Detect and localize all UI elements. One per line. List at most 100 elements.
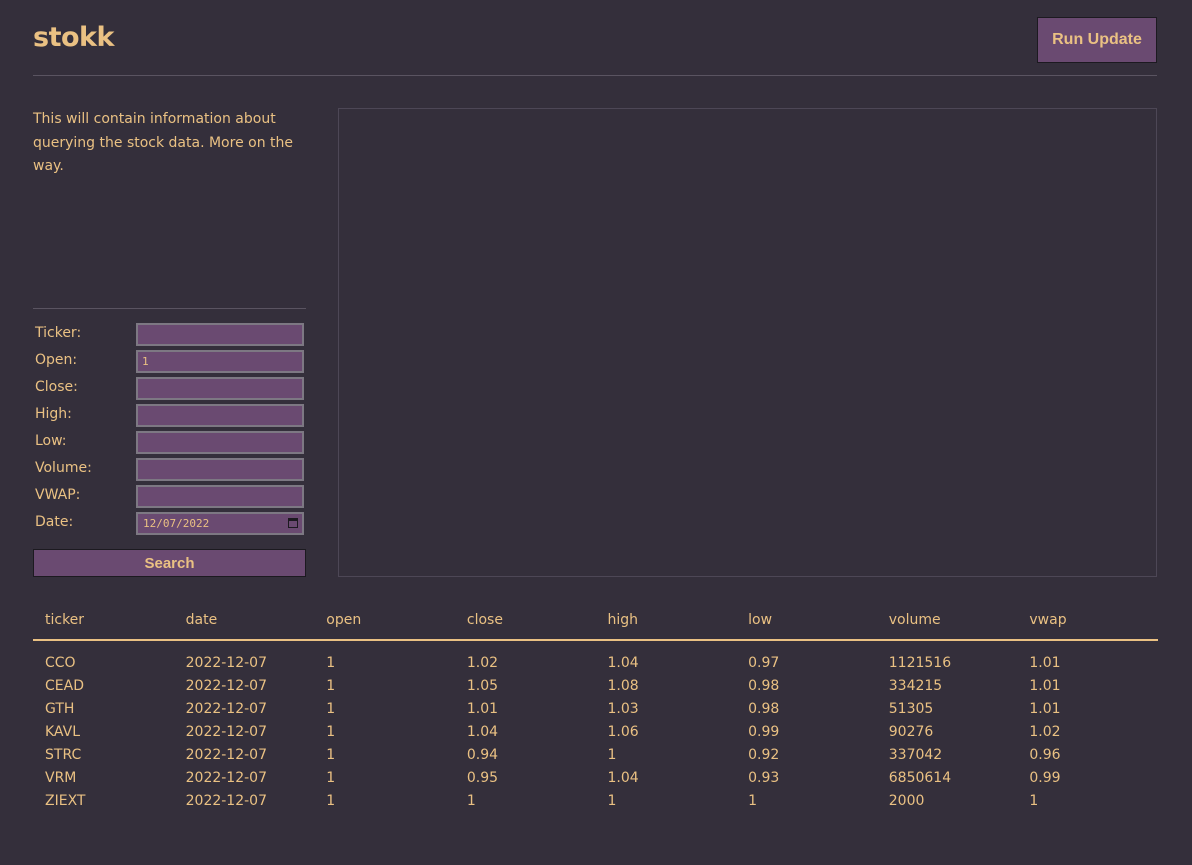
open-label: Open: (35, 352, 78, 368)
cell-open: 1 (326, 700, 336, 717)
table-row: KAVL 2022-12-07 1 1.04 1.06 0.99 90276 1… (33, 720, 1158, 743)
cell-low: 0.99 (748, 723, 780, 740)
high-label: High: (35, 406, 72, 422)
cell-high: 1.03 (607, 700, 639, 717)
cell-date: 2022-12-07 (185, 700, 267, 717)
cell-open: 1 (326, 769, 336, 786)
cell-high: 1.06 (607, 723, 639, 740)
cell-volume: 334215 (888, 677, 943, 694)
cell-ticker: CEAD (45, 677, 84, 694)
cell-high: 1.04 (607, 654, 639, 671)
cell-ticker: KAVL (45, 723, 80, 740)
high-row: High: (33, 403, 306, 430)
cell-ticker: VRM (45, 769, 77, 786)
cell-low: 0.98 (748, 677, 780, 694)
table-row: ZIEXT 2022-12-07 1 1 1 1 2000 1 (33, 789, 1158, 812)
volume-row: Volume: (33, 457, 306, 484)
header: stokk Run Update (33, 0, 1157, 76)
column-header-low[interactable]: low (736, 605, 877, 641)
cell-volume: 337042 (888, 746, 943, 763)
cell-close: 1.05 (466, 677, 499, 694)
ticker-input[interactable] (136, 323, 304, 346)
cell-vwap: 1.01 (1029, 677, 1061, 694)
cell-volume: 2000 (888, 792, 925, 809)
column-header-open[interactable]: open (314, 605, 455, 641)
cell-low: 1 (748, 792, 758, 809)
cell-high: 1 (607, 792, 617, 809)
search-button[interactable]: Search (33, 549, 306, 577)
cell-close: 1.04 (466, 723, 499, 740)
table-header-row: ticker date open close high low volume v… (33, 605, 1158, 641)
cell-high: 1.08 (607, 677, 639, 694)
cell-vwap: 1.01 (1029, 654, 1061, 671)
cell-low: 0.97 (748, 654, 780, 671)
ticker-label: Ticker: (35, 325, 82, 341)
vwap-input[interactable] (136, 485, 304, 508)
column-header-ticker[interactable]: ticker (33, 605, 174, 641)
close-input[interactable] (136, 377, 304, 400)
cell-date: 2022-12-07 (185, 677, 267, 694)
cell-ticker: STRC (45, 746, 82, 763)
cell-close: 1.01 (466, 700, 499, 717)
cell-high: 1.04 (607, 769, 639, 786)
table-row: CCO 2022-12-07 1 1.02 1.04 0.97 1121516 … (33, 640, 1158, 674)
volume-label: Volume: (35, 460, 92, 476)
cell-date: 2022-12-07 (185, 792, 267, 809)
date-label: Date: (35, 514, 74, 530)
column-header-vwap[interactable]: vwap (1017, 605, 1158, 641)
low-input[interactable] (136, 431, 304, 454)
date-row: Date: 12/07/2022 (33, 511, 306, 538)
app-logo: stokk (33, 22, 114, 53)
cell-close: 0.94 (466, 746, 499, 763)
cell-open: 1 (326, 723, 336, 740)
column-header-volume[interactable]: volume (876, 605, 1018, 641)
cell-date: 2022-12-07 (185, 723, 267, 740)
open-row: Open: (33, 349, 306, 376)
date-input[interactable]: 12/07/2022 (136, 512, 304, 535)
cell-volume: 51305 (888, 700, 934, 717)
vwap-label: VWAP: (35, 487, 81, 503)
low-row: Low: (33, 430, 306, 457)
cell-date: 2022-12-07 (185, 746, 267, 763)
table-row: VRM 2022-12-07 1 0.95 1.04 0.93 6850614 … (33, 766, 1158, 789)
cell-open: 1 (326, 746, 336, 763)
calendar-icon[interactable] (288, 518, 298, 528)
open-input[interactable] (136, 350, 304, 373)
run-update-button[interactable]: Run Update (1037, 17, 1157, 63)
cell-vwap: 1 (1029, 792, 1039, 809)
low-label: Low: (35, 433, 67, 449)
cell-vwap: 1.02 (1029, 723, 1061, 740)
cell-close: 1 (466, 792, 476, 809)
cell-open: 1 (326, 677, 336, 694)
close-label: Close: (35, 379, 78, 395)
cell-date: 2022-12-07 (185, 654, 267, 671)
table-row: CEAD 2022-12-07 1 1.05 1.08 0.98 334215 … (33, 674, 1158, 697)
search-form: Ticker: Open: Close: High: Low: Volume: … (33, 322, 306, 538)
close-row: Close: (33, 376, 306, 403)
cell-vwap: 0.96 (1029, 746, 1061, 763)
column-header-date[interactable]: date (173, 605, 315, 641)
cell-volume: 90276 (888, 723, 934, 740)
cell-open: 1 (326, 792, 336, 809)
column-header-high[interactable]: high (595, 605, 737, 641)
cell-close: 1.02 (466, 654, 499, 671)
table-row: STRC 2022-12-07 1 0.94 1 0.92 337042 0.9… (33, 743, 1158, 766)
form-divider (33, 308, 306, 309)
cell-ticker: GTH (45, 700, 75, 717)
cell-volume: 1121516 (888, 654, 952, 671)
cell-low: 0.98 (748, 700, 780, 717)
high-input[interactable] (136, 404, 304, 427)
cell-close: 0.95 (466, 769, 499, 786)
cell-ticker: ZIEXT (45, 792, 86, 809)
cell-ticker: CCO (45, 654, 76, 671)
cell-low: 0.93 (748, 769, 780, 786)
info-text: This will contain information about quer… (33, 111, 293, 174)
column-header-close[interactable]: close (454, 605, 596, 641)
table-row: GTH 2022-12-07 1 1.01 1.03 0.98 51305 1.… (33, 697, 1158, 720)
volume-input[interactable] (136, 458, 304, 481)
date-value: 12/07/2022 (143, 517, 210, 530)
cell-low: 0.92 (748, 746, 780, 763)
vwap-row: VWAP: (33, 484, 306, 511)
results-table: ticker date open close high low volume v… (33, 605, 1158, 812)
cell-open: 1 (326, 654, 336, 671)
